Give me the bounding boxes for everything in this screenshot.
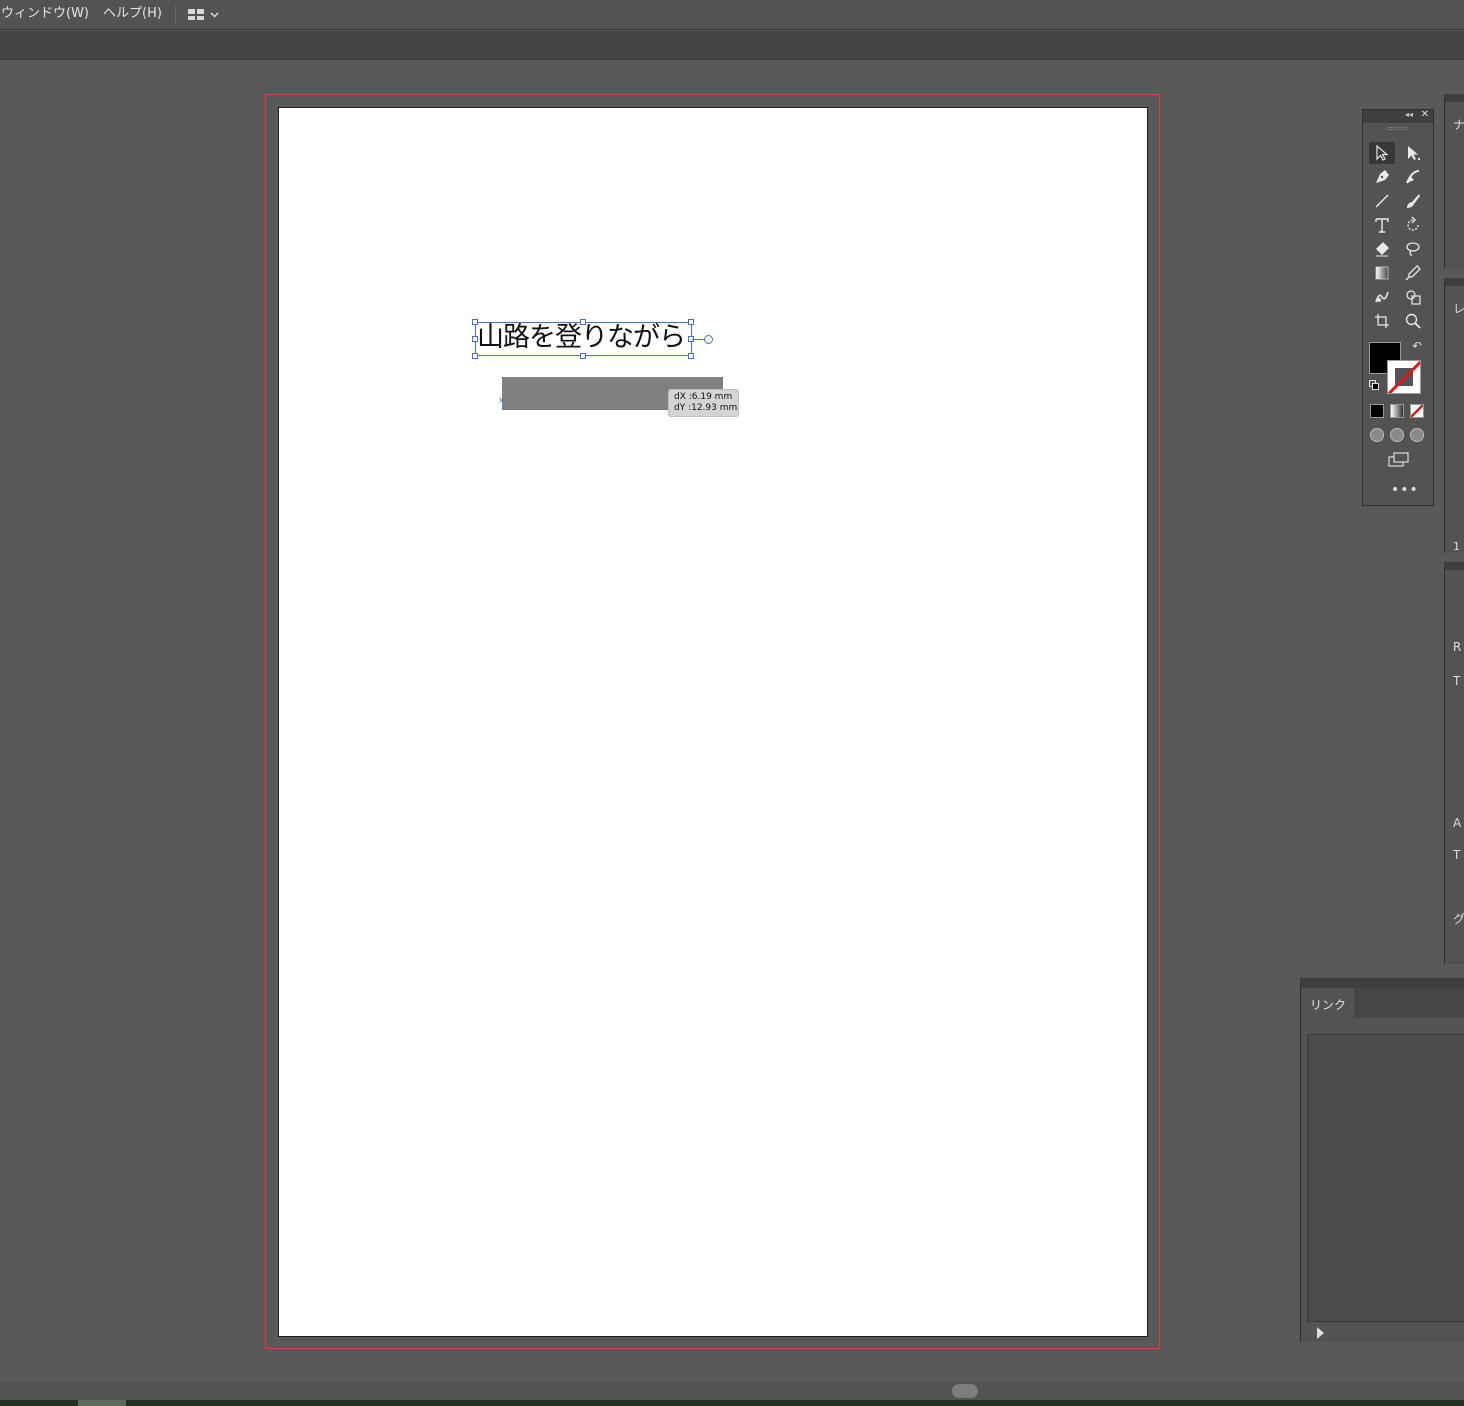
color-mode-buttons <box>1370 404 1424 418</box>
handle-bottom-center[interactable] <box>580 353 586 359</box>
docked-panel-layers: レ 1 <box>1444 278 1464 553</box>
edit-toolbar-icon[interactable]: ••• <box>1391 482 1419 498</box>
horizontal-scrollbar[interactable] <box>0 1382 1464 1400</box>
tab-links[interactable]: リンク <box>1301 988 1355 1018</box>
taskbar-active-app[interactable] <box>78 1400 126 1406</box>
puppet-warp-tool-icon[interactable] <box>1369 286 1395 308</box>
selection-tool-icon[interactable] <box>1369 142 1395 164</box>
workspace-switcher[interactable] <box>184 0 223 30</box>
links-tab-row: リンク <box>1301 988 1464 1018</box>
panel-grip[interactable] <box>1363 123 1433 133</box>
docked-panel-character: R T A T グ <box>1444 562 1464 964</box>
color-mode-icon[interactable] <box>1370 404 1384 418</box>
line-tool-icon[interactable] <box>1369 190 1395 212</box>
menu-help[interactable]: ヘルプ(H) <box>96 0 169 30</box>
panel-tab-label[interactable]: レ <box>1453 300 1464 317</box>
anchor-x-icon: × <box>498 396 506 406</box>
artboard-tool-icon[interactable] <box>1369 310 1395 332</box>
taskbar <box>0 1400 1464 1406</box>
text-object[interactable]: 山路を登りながら <box>472 319 694 359</box>
draw-inside-icon[interactable] <box>1410 428 1424 442</box>
move-delta-tooltip: dX :6.19 mm dY :12.93 mm <box>668 389 739 417</box>
handle-middle-left[interactable] <box>472 336 478 342</box>
paintbrush-tool-icon[interactable] <box>1400 190 1426 212</box>
none-slash-icon <box>1388 361 1420 393</box>
tracking-icon: A <box>1453 816 1462 830</box>
tooltip-dx: dX :6.19 mm <box>674 392 733 402</box>
chevron-down-icon <box>210 11 219 18</box>
shape-builder-tool-icon[interactable] <box>1400 286 1426 308</box>
gradient-mode-icon[interactable] <box>1390 404 1404 418</box>
collapse-icon[interactable]: ◂◂ <box>1405 110 1413 119</box>
baseline-icon: T <box>1453 848 1461 862</box>
zoom-tool-icon[interactable] <box>1400 310 1426 332</box>
none-mode-icon[interactable] <box>1410 404 1424 418</box>
screen-mode-icon[interactable] <box>1387 452 1411 468</box>
menu-window[interactable]: ウィンドウ(W) <box>0 0 96 30</box>
menu-bar: ウィンドウ(W) ヘルプ(H) <box>0 0 1464 30</box>
control-bar <box>0 31 1464 60</box>
play-icon[interactable] <box>1317 1327 1324 1339</box>
font-field[interactable]: R <box>1453 640 1464 654</box>
tooltip-dy: dY :12.93 mm <box>674 403 738 413</box>
layer-count: 1 <box>1453 540 1460 553</box>
default-fill-stroke-icon[interactable] <box>1369 380 1380 391</box>
menu-separator <box>174 5 176 24</box>
artboard[interactable] <box>278 107 1148 1337</box>
eraser-tool-icon[interactable] <box>1369 238 1395 260</box>
docked-panel-navigator: ナ <box>1444 94 1464 269</box>
links-footer <box>1301 1322 1464 1344</box>
handle-top-left[interactable] <box>472 319 478 325</box>
direct-selection-tool-icon[interactable] <box>1400 142 1426 164</box>
draw-behind-icon[interactable] <box>1390 428 1404 442</box>
font-size-icon: T <box>1453 674 1461 688</box>
close-icon[interactable]: ✕ <box>1421 109 1429 120</box>
rotate-tool-icon[interactable] <box>1400 214 1426 236</box>
type-tool-icon[interactable] <box>1369 214 1395 236</box>
swap-fill-stroke-icon[interactable]: ↶ <box>1412 339 1422 353</box>
glyph-icon: グ <box>1453 912 1464 926</box>
scrollbar-thumb[interactable] <box>952 1384 978 1398</box>
lasso-tool-icon[interactable] <box>1400 238 1426 260</box>
draw-normal-icon[interactable] <box>1370 428 1384 442</box>
eyedropper-tool-icon[interactable] <box>1400 262 1426 284</box>
tools-panel-header[interactable]: ◂◂ ✕ <box>1363 109 1433 123</box>
workspace-grid-icon <box>187 9 204 20</box>
panel-tab-label[interactable]: ナ <box>1453 116 1464 133</box>
gradient-tool-icon[interactable] <box>1369 262 1395 284</box>
handle-bottom-left[interactable] <box>472 353 478 359</box>
handle-top-right[interactable] <box>688 319 694 325</box>
tools-panel: ◂◂ ✕ ↶ ••• <box>1362 109 1434 506</box>
pen-tool-icon[interactable] <box>1369 166 1395 188</box>
links-list[interactable] <box>1307 1034 1464 1322</box>
text-out-port[interactable] <box>704 335 713 344</box>
curvature-tool-icon[interactable] <box>1400 166 1426 188</box>
draw-mode-buttons <box>1370 428 1424 442</box>
handle-bottom-right[interactable] <box>688 353 694 359</box>
text-content[interactable]: 山路を登りながら <box>477 322 686 354</box>
links-panel: リンク <box>1300 978 1464 1342</box>
handle-top-center[interactable] <box>580 319 586 325</box>
stroke-color-swatch[interactable] <box>1387 360 1421 394</box>
